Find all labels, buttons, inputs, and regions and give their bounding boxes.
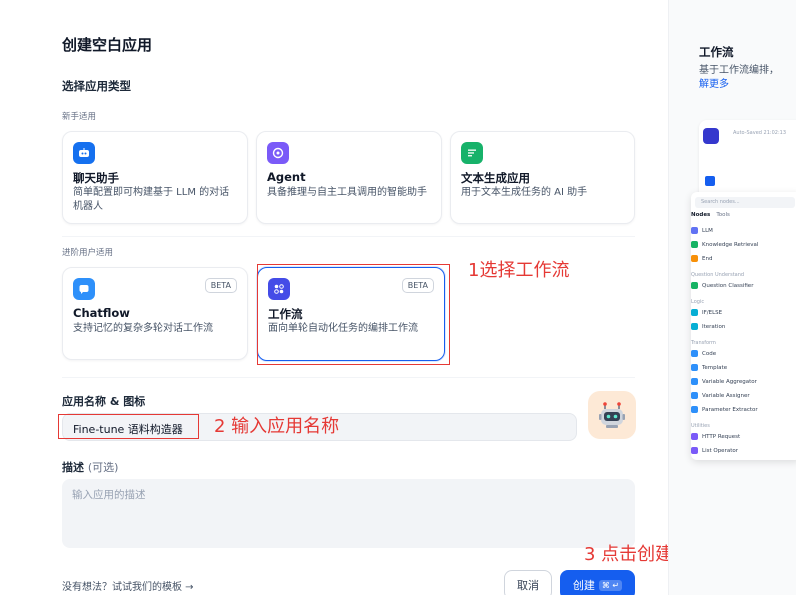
card-name: Agent (267, 170, 306, 184)
card-desc: 具备推理与自主工具调用的智能助手 (267, 187, 427, 198)
create-shortcut: ⌘ ↵ (598, 579, 623, 591)
description-label: 描述 (可选) (62, 459, 118, 475)
preview-node-item: Template (691, 364, 727, 371)
preview-node-item: IF/ELSE (691, 309, 722, 316)
beginner-group-label: 新手适用 (62, 112, 97, 122)
preview-node-item: Variable Assigner (691, 392, 750, 399)
chatflow-icon (73, 278, 95, 300)
text-generate-icon (461, 142, 483, 164)
node-type-icon (691, 227, 698, 234)
card-name: 聊天助手 (73, 171, 119, 185)
annotation-step3: 3 点击创建 (584, 544, 674, 565)
preview-node-item: Code (691, 350, 716, 357)
preview-group-label: Transform (691, 340, 716, 346)
create-button[interactable]: 创建 ⌘ ↵ (560, 570, 635, 595)
robot-icon (599, 402, 625, 428)
try-templates-link[interactable]: 没有想法？试试我们的模板 → (62, 578, 194, 593)
node-label: List Operator (702, 447, 738, 454)
preview-tab-nodes: Nodes (691, 212, 711, 218)
preview-group-label: Logic (691, 299, 705, 305)
preview-node-item: HTTP Request (691, 433, 740, 440)
card-desc: 简单配置即可构建基于 LLM 的对话机器人 (73, 187, 230, 212)
node-label: Question Classifier (702, 282, 754, 289)
node-type-icon (691, 406, 698, 413)
description-optional: (可选) (87, 461, 119, 474)
preview-title: 工作流 (699, 45, 734, 59)
preview-node-item: Question Classifier (691, 282, 753, 289)
node-type-icon (691, 350, 698, 357)
description-label-text: 描述 (62, 461, 84, 474)
node-label: Code (702, 350, 717, 357)
preview-group-label: Question Understand (691, 272, 745, 278)
create-app-dialog: 创建空白应用 选择应用类型 新手适用 聊天助手 简单配置即可构建基于 LLM 的… (0, 0, 673, 595)
preview-node-item: Variable Aggregator (691, 378, 757, 385)
node-type-icon (691, 241, 698, 248)
node-label: IF/ELSE (702, 309, 723, 316)
app-name-label: 应用名称 & 图标 (62, 395, 146, 408)
cancel-label: 取消 (517, 579, 539, 592)
node-type-icon (691, 282, 698, 289)
node-type-icon (691, 447, 698, 454)
node-label: Variable Assigner (702, 392, 750, 399)
card-desc: 用于文本生成任务的 AI 助手 (461, 187, 588, 198)
dialog-title: 创建空白应用 (62, 36, 153, 54)
card-name: 文本生成应用 (461, 171, 530, 185)
app-type-card-text-generator[interactable]: 文本生成应用 用于文本生成任务的 AI 助手 (450, 131, 635, 224)
preview-start-node-icon (703, 128, 719, 144)
node-type-icon (691, 433, 698, 440)
agent-icon (267, 142, 289, 164)
node-label: HTTP Request (702, 433, 741, 440)
preview-node-item: LLM (691, 227, 713, 234)
divider (62, 377, 635, 378)
node-label: Parameter Extractor (702, 406, 758, 413)
app-type-card-agent[interactable]: Agent 具备推理与自主工具调用的智能助手 (256, 131, 442, 224)
node-label: Variable Aggregator (702, 378, 757, 385)
preview-learn-more-link[interactable]: 解更多 (699, 75, 729, 90)
preview-node-item: List Operator (691, 447, 738, 454)
node-label: End (702, 255, 713, 262)
app-type-card-chatflow[interactable]: BETA Chatflow 支持记忆的复杂多轮对话工作流 (62, 267, 248, 360)
preview-node-icon (705, 176, 715, 186)
node-label: LLM (702, 227, 713, 234)
description-placeholder: 输入应用的描述 (72, 489, 146, 501)
node-type-icon (691, 323, 698, 330)
node-label: Template (702, 364, 728, 371)
preview-desc: 基于工作流编排， (699, 65, 779, 76)
node-label: Knowledge Retrieval (702, 241, 759, 248)
chat-bot-icon (73, 142, 95, 164)
workflow-preview-panel: 工作流 基于工作流编排， 解更多 Auto-Saved 21:02:13 Sea… (668, 0, 796, 595)
annotation-box-workflow (257, 264, 450, 365)
description-textarea[interactable]: 输入应用的描述 (62, 479, 635, 548)
preview-node-item: Iteration (691, 323, 725, 330)
app-icon-picker[interactable] (588, 391, 636, 439)
create-label: 创建 (572, 579, 595, 592)
node-type-icon (691, 364, 698, 371)
preview-autosave-text: Auto-Saved 21:02:13 (733, 130, 786, 136)
divider (62, 236, 635, 237)
card-desc: 支持记忆的复杂多轮对话工作流 (73, 323, 213, 334)
preview-node-item: Parameter Extractor (691, 406, 758, 413)
app-root: 创建空白应用 选择应用类型 新手适用 聊天助手 简单配置即可构建基于 LLM 的… (0, 0, 796, 595)
preview-group-label: Utilities (691, 423, 710, 429)
node-type-icon (691, 392, 698, 399)
annotation-step1: 1选择工作流 (468, 260, 570, 281)
annotation-step2: 2 输入应用名称 (214, 416, 340, 437)
card-name: Chatflow (73, 306, 130, 320)
preview-search-input: Search nodes... (695, 197, 795, 208)
preview-tab-tools: Tools (716, 212, 730, 218)
advanced-group-label: 进阶用户适用 (62, 248, 114, 258)
app-type-card-chatbot[interactable]: 聊天助手 简单配置即可构建基于 LLM 的对话机器人 (62, 131, 248, 224)
node-type-icon (691, 255, 698, 262)
node-type-icon (691, 378, 698, 385)
annotation-box-name (58, 414, 199, 439)
preview-node-item: Knowledge Retrieval (691, 241, 758, 248)
node-type-icon (691, 309, 698, 316)
cancel-button[interactable]: 取消 (504, 570, 552, 595)
preview-node-item: End (691, 255, 712, 262)
select-type-label: 选择应用类型 (62, 79, 131, 93)
preview-tabs: Nodes Tools (691, 212, 730, 218)
node-label: Iteration (702, 323, 726, 330)
beta-badge: BETA (204, 278, 237, 293)
